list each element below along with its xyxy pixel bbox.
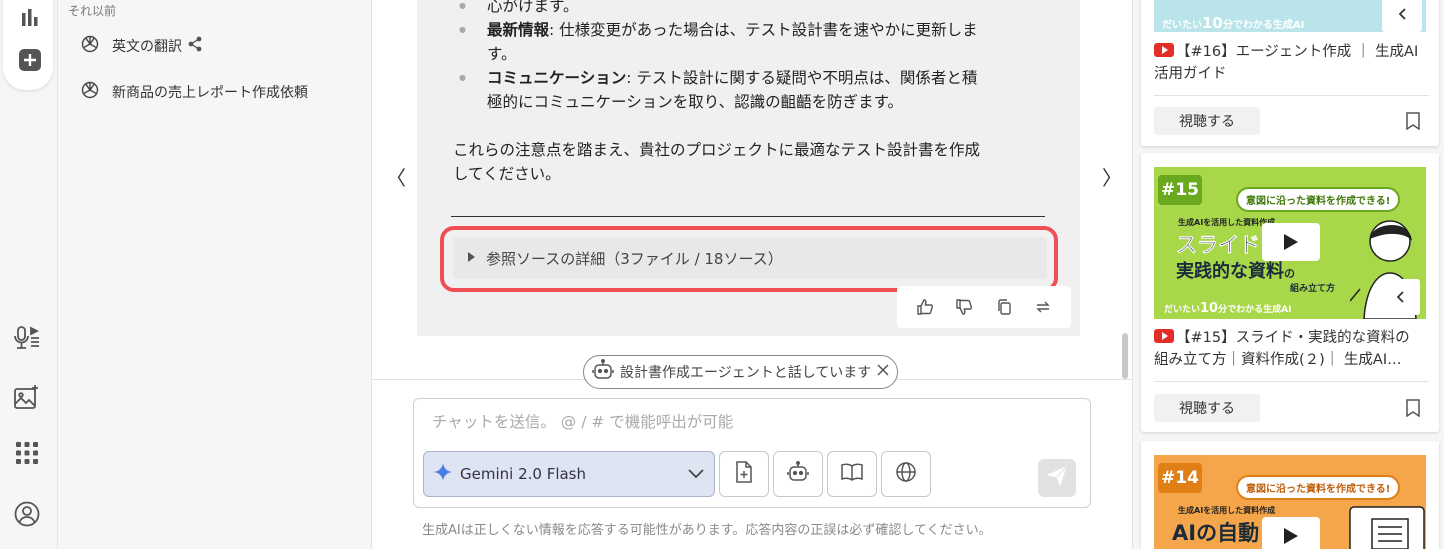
episode-badge: #14 (1158, 463, 1202, 493)
thumb-caption: だいたい10分でわかる生成AI (1162, 14, 1305, 32)
knowledge-base-button[interactable] (827, 451, 877, 497)
icon-rail (0, 0, 58, 549)
chat-input[interactable] (432, 413, 1032, 431)
bullet-continuation: 心がけます。 (453, 0, 1053, 18)
video-thumbnail[interactable]: だいたい10分でわかる生成AI (1154, 0, 1426, 32)
web-search-button[interactable] (881, 451, 931, 497)
message-actions (897, 286, 1071, 328)
video-thumbnail[interactable]: #14 意図に沿った資料を作成できる! 生成AIを活用した資料作成 AIの自動を (1154, 455, 1426, 549)
prev-response-arrow[interactable]: 〈 (386, 162, 406, 191)
bookmark-icon[interactable] (1405, 112, 1421, 130)
chat-scrollbar[interactable] (1122, 333, 1128, 379)
thumbs-up-icon[interactable] (913, 295, 937, 319)
chevron-left-icon (1382, 0, 1422, 32)
thumb-series: 生成AIを活用した資料作成 (1178, 218, 1276, 227)
agent-bot-icon (786, 461, 810, 487)
close-icon[interactable] (877, 364, 889, 380)
conclusion-line: してください。 (453, 165, 561, 183)
message-divider (451, 216, 1045, 217)
play-icon[interactable] (1262, 223, 1320, 261)
bullet-item: コミュニケーション: テスト設計に関する疑問や不明点は、関係者と積 極的にコミュ… (453, 66, 1053, 114)
chat-composer: Gemini 2.0 Flash (413, 398, 1091, 508)
rail-top-group (3, 0, 53, 90)
openai-icon (80, 34, 100, 58)
send-button[interactable] (1038, 459, 1076, 497)
bookmark-icon[interactable] (1405, 399, 1421, 417)
video-card[interactable]: #14 意図に沿った資料を作成できる! 生成AIを活用した資料作成 AIの自動を (1141, 441, 1439, 549)
openai-icon (80, 80, 100, 104)
history-item-translation[interactable]: 英文の翻訳 (80, 34, 202, 58)
chevron-down-icon (688, 465, 704, 483)
highlight-annotation (440, 226, 1058, 292)
watch-button[interactable]: 視聴する (1154, 107, 1260, 135)
bullet-tail-text: 心がけます。 (487, 0, 579, 15)
bullet-text: : テスト設計に関する疑問や不明点は、関係者と積 (626, 69, 978, 87)
model-selector[interactable]: Gemini 2.0 Flash (423, 451, 715, 497)
globe-icon (895, 461, 917, 487)
video-thumbnail[interactable]: #15 意図に沿った資料を作成できる! 生成AIを活用した資料作成 スライド 実… (1154, 167, 1426, 319)
youtube-icon (1154, 329, 1174, 343)
file-add-icon (735, 461, 753, 487)
video-card[interactable]: #15 意図に沿った資料を作成できる! 生成AIを活用した資料作成 スライド 実… (1141, 153, 1439, 432)
video-card[interactable]: だいたい10分でわかる生成AI 【#16】エージェント作成 ｜ 生成AI 活用ガイ… (1141, 0, 1439, 146)
bullet-item: 最新情報: 仕様変更があった場合は、テスト設計書を速やかに更新しま す。 (453, 18, 1053, 66)
bullet-term: コミュニケーション (487, 69, 627, 87)
bullet-term: 最新情報 (487, 21, 550, 39)
thumb-headline: スライド (1176, 233, 1260, 257)
chat-main: 〈 〉 心がけます。 最新情報: 仕様変更があった場合は、テスト設計書を速やかに… (372, 0, 1132, 549)
bullet-text: : 仕様変更があった場合は、テスト設計書を速やかに更新しま (549, 21, 978, 39)
conclusion-paragraph: これらの注意点を踏まえ、貴社のプロジェクトに最適なテスト設計書を作成 してくださ… (453, 138, 1053, 186)
thumbs-down-icon[interactable] (952, 295, 976, 319)
chevron-left-icon (1380, 279, 1420, 315)
attach-file-button[interactable] (719, 451, 769, 497)
thumb-headline: 組み立て方 (1290, 284, 1336, 294)
gemini-sparkle-icon (434, 463, 452, 485)
assistant-message: 心がけます。 最新情報: 仕様変更があった場合は、テスト設計書を速やかに更新しま… (417, 0, 1080, 336)
watch-button[interactable]: 視聴する (1154, 394, 1260, 422)
history-item-label: 英文の翻訳 (112, 39, 182, 55)
history-sidebar: それ以前 英文の翻訳 新商品の売上レポート作成依頼 (58, 0, 372, 549)
model-name: Gemini 2.0 Flash (460, 465, 587, 483)
regenerate-icon[interactable] (1031, 295, 1055, 319)
bar-chart-icon[interactable] (16, 4, 44, 32)
document-illustration-icon (1349, 506, 1425, 549)
youtube-icon (1154, 43, 1174, 57)
app-root: それ以前 英文の翻訳 新商品の売上レポート作成依頼 〈 〉 心がけます。 最新情… (0, 0, 1444, 549)
plus-icon[interactable] (16, 46, 44, 74)
send-icon (1046, 465, 1068, 491)
voice-memo-icon[interactable] (13, 324, 41, 352)
video-title[interactable]: 【#16】エージェント作成 ｜ 生成AI 活用ガイド (1154, 41, 1429, 85)
image-generate-icon[interactable] (13, 383, 41, 411)
agent-button[interactable] (773, 451, 823, 497)
video-title[interactable]: 【#15】スライド・実践的な資料の 組み立て方｜資料作成(２)｜ 生成AI… (1154, 327, 1429, 371)
bullet-text-cont: す。 (487, 45, 517, 63)
thumb-caption: だいたい10分でわかる生成AI (1164, 301, 1292, 316)
next-response-arrow[interactable]: 〉 (1102, 162, 1122, 191)
episode-badge: #15 (1158, 175, 1202, 205)
agent-status-pill: 設計書作成エージェントと話しています (583, 355, 899, 389)
conclusion-line: これらの注意点を踏まえ、貴社のプロジェクトに最適なテスト設計書を作成 (453, 141, 981, 159)
copy-icon[interactable] (992, 295, 1016, 319)
disclaimer-text: 生成AIは正しくない情報を応答する可能性があります。応答内容の正誤は必ず確認して… (422, 523, 992, 538)
card-separator (1154, 381, 1429, 382)
play-icon[interactable] (1262, 517, 1320, 549)
share-icon (188, 36, 202, 56)
thumb-banner: 意図に沿った資料を作成できる! (1236, 475, 1401, 500)
history-item-sales-report[interactable]: 新商品の売上レポート作成依頼 (80, 80, 308, 104)
agent-status-label: 設計書作成エージェントと話しています (620, 365, 872, 381)
robot-icon (592, 359, 614, 385)
bullet-text-cont: 極的にコミュニケーションを取り、認識の齟齬を防ぎます。 (487, 93, 904, 111)
video-panel: だいたい10分でわかる生成AI 【#16】エージェント作成 ｜ 生成AI 活用ガイ… (1132, 0, 1444, 549)
user-profile-icon[interactable] (13, 500, 41, 528)
history-section-label: それ以前 (68, 4, 117, 18)
book-icon (840, 462, 864, 486)
history-item-label: 新商品の売上レポート作成依頼 (112, 85, 308, 101)
thumb-series: 生成AIを活用した資料作成 (1178, 506, 1276, 515)
message-body: 心がけます。 最新情報: 仕様変更があった場合は、テスト設計書を速やかに更新しま… (453, 0, 1053, 186)
card-separator (1154, 95, 1429, 96)
apps-grid-icon[interactable] (13, 439, 41, 467)
